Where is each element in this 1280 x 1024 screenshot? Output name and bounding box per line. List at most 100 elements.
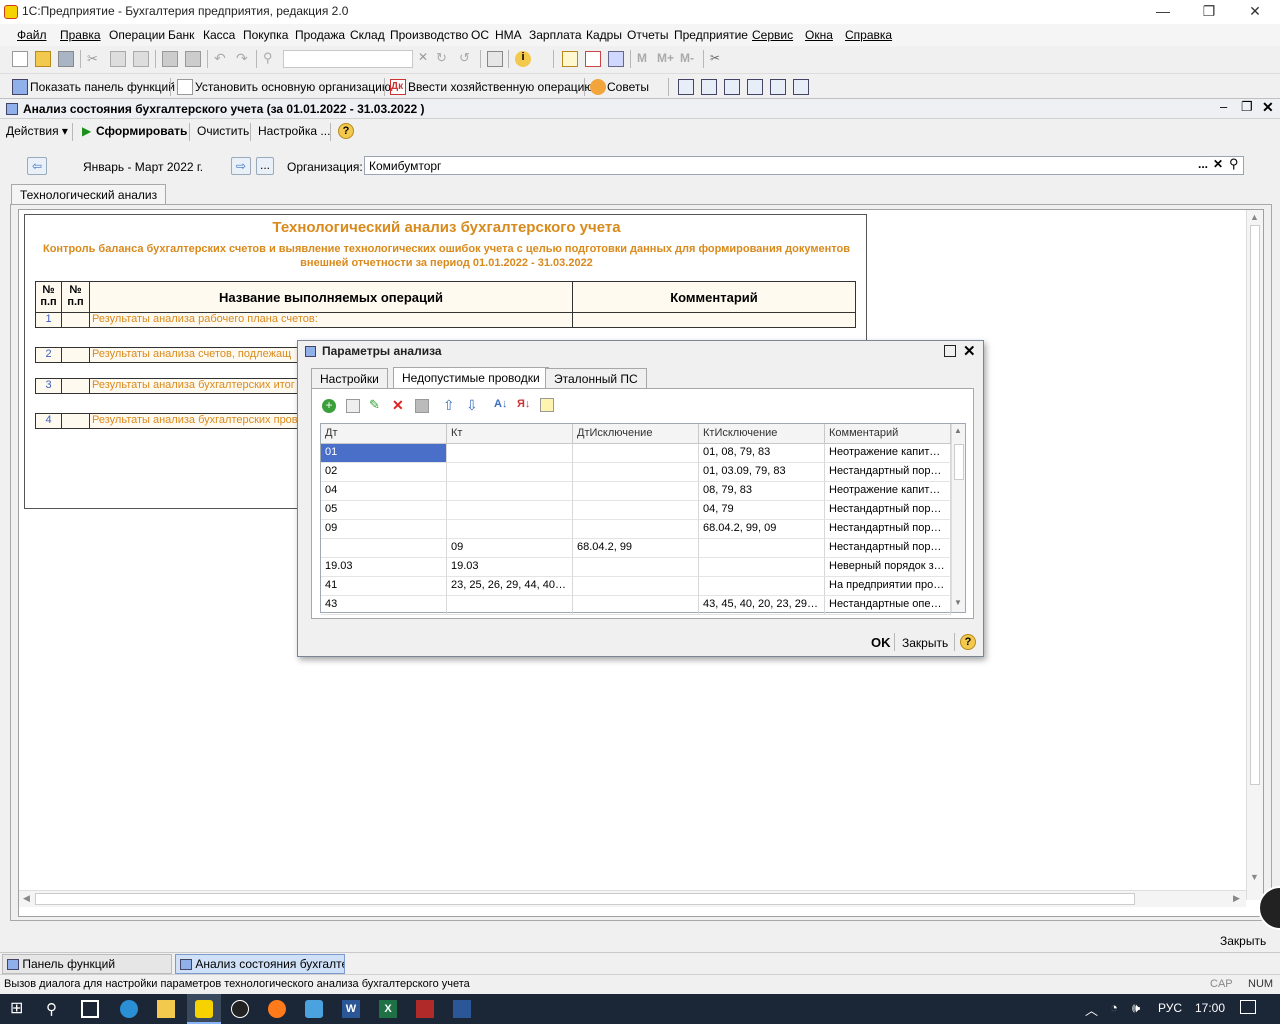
table-cell[interactable]: На предприятии прои...	[825, 577, 951, 596]
table-cell-selected[interactable]: 01	[321, 444, 447, 463]
journal-icon[interactable]	[678, 79, 694, 95]
row-3-text[interactable]: Результаты анализа бухгалтерских итог	[89, 378, 301, 394]
menu-salary[interactable]: Зарплата	[529, 28, 582, 42]
table-cell[interactable]: 09	[447, 539, 573, 558]
copy-icon[interactable]	[110, 51, 126, 67]
app-icon-red[interactable]	[416, 1000, 434, 1018]
taskbar-search-icon[interactable]: ⚲	[46, 1000, 64, 1018]
excel-icon[interactable]: X	[379, 1000, 397, 1018]
scroll-down-icon[interactable]: ▼	[1250, 872, 1259, 882]
tools-icon[interactable]: ✂	[710, 51, 726, 67]
table-cell[interactable]: Нестандартный поряд...	[825, 501, 951, 520]
col-header-kt-exclusion[interactable]: КтИсключение	[699, 424, 825, 444]
memory-minus-icon[interactable]: M-	[680, 51, 702, 67]
1c-icon[interactable]	[195, 1000, 213, 1018]
menu-help[interactable]: Справка	[845, 28, 892, 42]
table-cell[interactable]: Нестандартный поряд...	[825, 539, 951, 558]
horizontal-scrollbar[interactable]: ◀ ▶	[19, 890, 1246, 907]
table-cell[interactable]	[447, 444, 573, 463]
table-cell[interactable]	[573, 596, 699, 615]
accounts-icon[interactable]	[701, 79, 717, 95]
col-header-kt[interactable]: Кт	[447, 424, 573, 444]
save-icon[interactable]	[58, 51, 74, 67]
dialog-close-button[interactable]: ✕	[963, 342, 976, 360]
tab-reference-chart[interactable]: Эталонный ПС	[545, 368, 647, 388]
windows-icon[interactable]	[487, 51, 503, 67]
menu-enterprise[interactable]: Предприятие	[674, 28, 748, 42]
volume-icon[interactable]: 🕪	[1132, 1000, 1140, 1016]
table-scrollbar[interactable]: ▲ ▼	[951, 424, 965, 612]
document-close-link[interactable]: Закрыть	[1220, 934, 1266, 948]
menu-warehouse[interactable]: Склад	[350, 28, 385, 42]
period-prev-button[interactable]: ⇦	[27, 157, 47, 175]
org-clear-icon[interactable]: ✕	[1213, 157, 1223, 171]
row-2-text[interactable]: Результаты анализа счетов, подлежащ	[89, 347, 301, 363]
analysis-icon[interactable]	[747, 79, 763, 95]
help-icon[interactable]: ?	[338, 123, 354, 139]
clear-button[interactable]: Очистить	[197, 124, 249, 138]
table-cell[interactable]: Неотражение капитал...	[825, 444, 951, 463]
tips-button[interactable]: Советы	[607, 80, 649, 94]
search-icon[interactable]: ⚲	[263, 50, 279, 66]
table-cell[interactable]: Нестандартные опера...	[825, 596, 951, 615]
ok-button[interactable]: OK	[871, 635, 891, 650]
memory-plus-icon[interactable]: M+	[657, 51, 679, 67]
menu-cash[interactable]: Касса	[203, 28, 235, 42]
table-cell[interactable]	[573, 501, 699, 520]
table-cell[interactable]	[573, 577, 699, 596]
menu-edit[interactable]: Правка	[60, 28, 101, 42]
calculator-icon[interactable]	[562, 51, 578, 67]
table-cell[interactable]: 68.04.2, 99	[573, 539, 699, 558]
dialog-close-link[interactable]: Закрыть	[902, 636, 948, 650]
menu-service[interactable]: Сервис	[752, 28, 793, 42]
col-header-dt-exclusion[interactable]: ДтИсключение	[573, 424, 699, 444]
delete-row-icon[interactable]: ✕	[392, 397, 404, 414]
table-cell[interactable]: 02	[321, 463, 447, 482]
table-cell[interactable]: Неверный порядок за...	[825, 558, 951, 577]
start-icon[interactable]: ⊞	[10, 1000, 28, 1018]
enter-operation-button[interactable]: Ввести хозяйственную операцию	[408, 80, 593, 94]
find-prev-icon[interactable]: ↺	[459, 50, 475, 66]
table-cell[interactable]: 19.03	[447, 558, 573, 577]
wintab-function-panel[interactable]: Панель функций	[2, 954, 172, 974]
table-cell[interactable]	[321, 539, 447, 558]
table-cell[interactable]	[699, 539, 825, 558]
network-icon[interactable]: ◔	[1110, 1000, 1118, 1015]
app-icon-10[interactable]	[231, 1000, 249, 1018]
open-icon[interactable]	[35, 51, 51, 67]
table-cell[interactable]	[573, 520, 699, 539]
calendar-icon[interactable]	[585, 51, 601, 67]
tray-expand-icon[interactable]: ︿	[1085, 1000, 1098, 1019]
settings-button[interactable]: Настройка ...	[258, 124, 330, 138]
table-cell[interactable]	[573, 482, 699, 501]
word-icon[interactable]: W	[342, 1000, 360, 1018]
table-cell[interactable]	[447, 482, 573, 501]
table-cell[interactable]	[699, 577, 825, 596]
table-cell[interactable]: 43, 45, 40, 20, 23, 29, ...	[699, 596, 825, 615]
menu-file[interactable]: Файл	[17, 28, 47, 42]
add-row-icon[interactable]: +	[322, 399, 336, 413]
menu-bank[interactable]: Банк	[168, 28, 194, 42]
users-icon[interactable]	[608, 51, 624, 67]
edge-icon[interactable]	[120, 1000, 138, 1018]
table-scroll-up-icon[interactable]: ▲	[954, 426, 962, 435]
clock[interactable]: 17:00	[1195, 1001, 1225, 1015]
invalid-entries-table[interactable]: Дт Кт ДтИсключение КтИсключение Коммента…	[320, 423, 966, 615]
info-icon[interactable]: i	[515, 51, 531, 67]
table-scroll-down-icon[interactable]: ▼	[954, 598, 962, 607]
minimize-button[interactable]: —	[1140, 0, 1186, 24]
vertical-scrollbar[interactable]: ▲ ▼	[1246, 210, 1263, 900]
close-button[interactable]: ✕	[1232, 0, 1278, 24]
table-cell[interactable]: 08, 79, 83	[699, 482, 825, 501]
show-panel-button[interactable]: Показать панель функций	[30, 80, 175, 94]
copy-row-icon[interactable]	[346, 399, 360, 413]
language-indicator[interactable]: РУС	[1158, 1001, 1182, 1015]
app-icon-blue[interactable]	[453, 1000, 471, 1018]
tab-settings[interactable]: Настройки	[311, 368, 388, 388]
move-up-icon[interactable]: ⇧	[443, 397, 455, 414]
undo-icon[interactable]: ↶	[214, 50, 230, 66]
table-cell[interactable]: 05	[321, 501, 447, 520]
table-cell[interactable]: Неотражение капитал...	[825, 482, 951, 501]
generate-button[interactable]: Сформировать	[96, 124, 187, 138]
paste-icon[interactable]	[133, 51, 149, 67]
